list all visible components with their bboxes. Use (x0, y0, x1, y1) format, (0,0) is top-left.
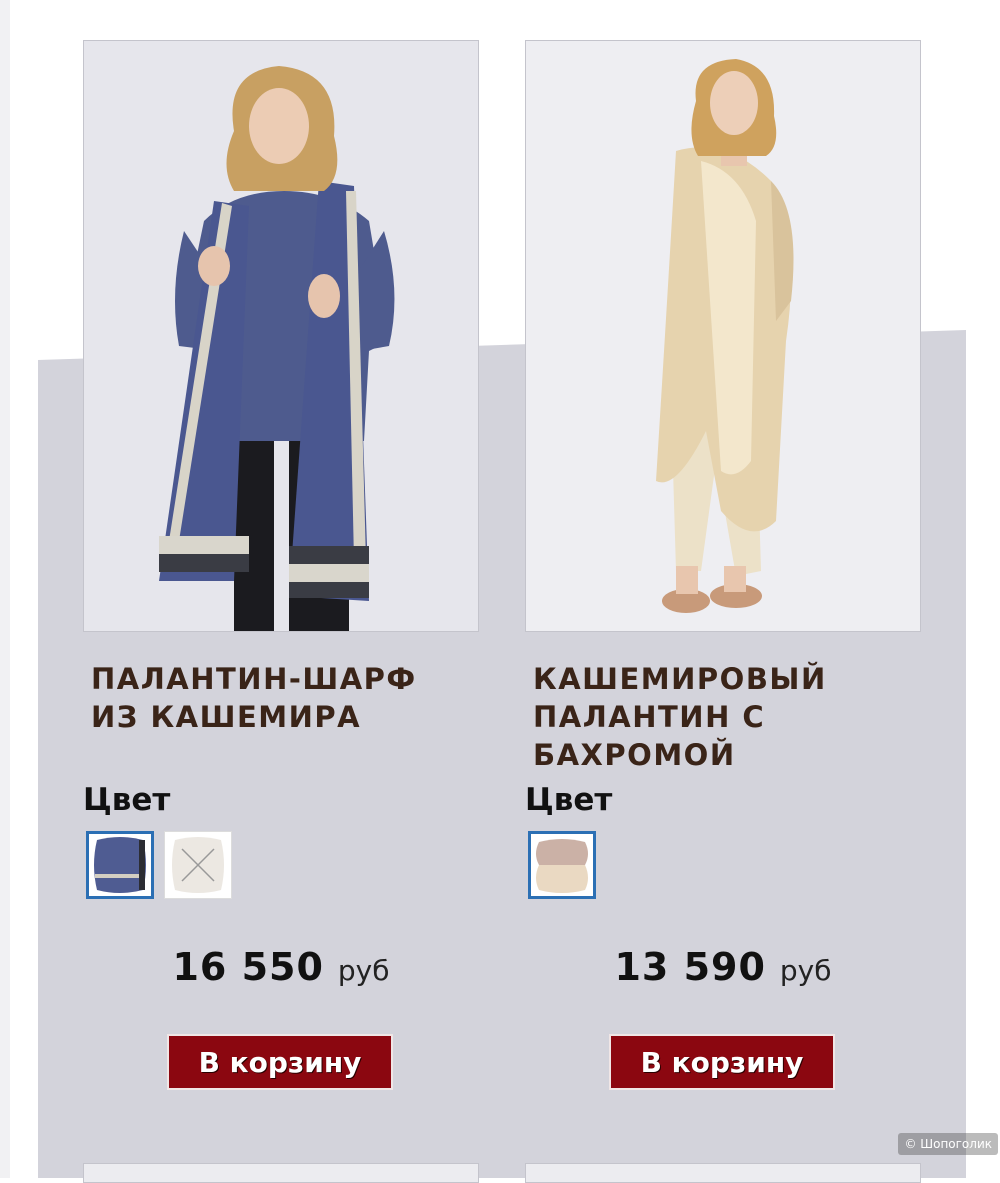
price-amount: 13 590 (614, 945, 766, 989)
price-amount: 16 550 (172, 945, 324, 989)
product-photo-scarf-blue (159, 66, 395, 631)
color-swatches (86, 831, 232, 899)
swatch-light-beige[interactable] (164, 831, 232, 899)
add-to-cart-button[interactable]: В корзину (609, 1034, 835, 1090)
next-product-card[interactable] (83, 1163, 479, 1183)
swatch-beige[interactable] (528, 831, 596, 899)
product-card: КАШЕМИРОВЫЙ ПАЛАНТИН С БАХРОМОЙ Цвет 13 … (525, 40, 921, 1090)
product-price: 13 590 руб (525, 945, 921, 989)
add-to-cart-button[interactable]: В корзину (167, 1034, 393, 1090)
product-photo-stole-beige (656, 59, 794, 613)
price-currency: руб (779, 954, 832, 987)
product-image[interactable] (83, 40, 479, 632)
product-title[interactable]: КАШЕМИРОВЫЙ ПАЛАНТИН С БАХРОМОЙ (533, 660, 913, 774)
swatch-image (536, 839, 588, 893)
product-image[interactable] (525, 40, 921, 632)
watermark: © Шопоголик (898, 1133, 998, 1155)
swatch-image (94, 837, 146, 893)
color-swatches (528, 831, 596, 899)
next-product-card[interactable] (525, 1163, 921, 1183)
swatch-blue-grey[interactable] (86, 831, 154, 899)
product-title[interactable]: ПАЛАНТИН-ШАРФ ИЗ КАШЕМИРА (91, 660, 471, 736)
page-edge (0, 0, 10, 1178)
price-currency: руб (337, 954, 390, 987)
color-label: Цвет (525, 782, 613, 818)
swatch-unavailable-icon (172, 837, 224, 893)
color-label: Цвет (83, 782, 171, 818)
product-price: 16 550 руб (83, 945, 479, 989)
product-card: ПАЛАНТИН-ШАРФ ИЗ КАШЕМИРА Цвет 16 550 руб… (83, 40, 479, 1090)
